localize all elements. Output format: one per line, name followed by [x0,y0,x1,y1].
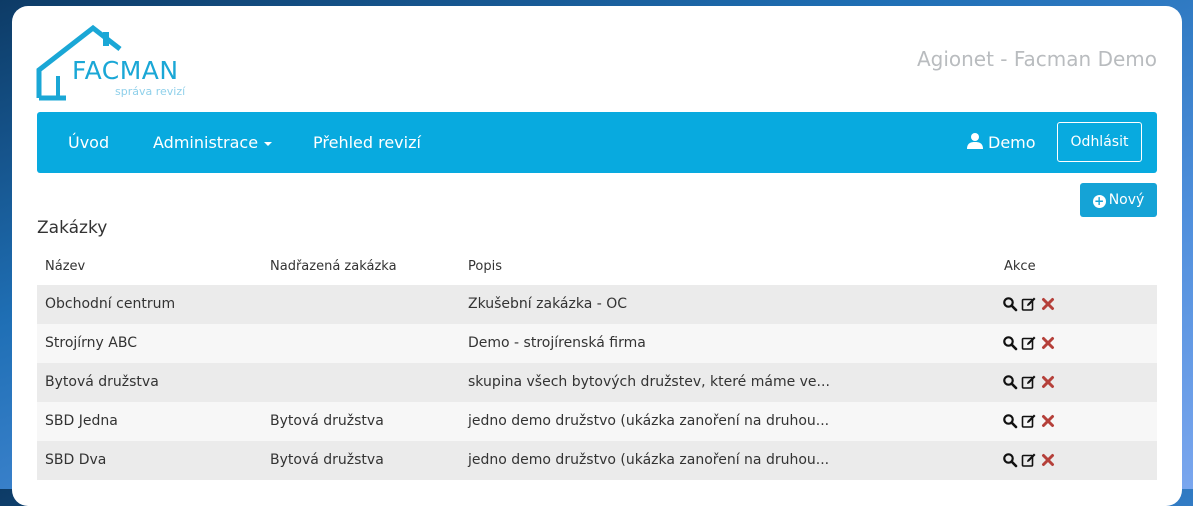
column-header-parent[interactable]: Nadřazená zakázka [270,259,397,274]
nav-item-label: Přehled revizí [313,133,421,152]
table-row[interactable]: Obchodní centrum Zkušební zakázka - OC [37,285,1157,324]
delete-icon[interactable] [1040,374,1056,390]
brand-tagline: správa revizí [115,85,186,98]
column-header-description[interactable]: Popis [468,259,502,274]
cell-parent: Bytová družstva [270,413,384,429]
table-header: Název Nadřazená zakázka Popis Akce [37,252,1157,285]
row-actions [1002,296,1056,312]
table-row[interactable]: Strojírny ABC Demo - strojírenská firma [37,324,1157,363]
table-body: Obchodní centrum Zkušební zakázka - OC S… [37,285,1157,480]
search-icon[interactable] [1002,374,1018,390]
cell-parent: Bytová družstva [270,452,384,468]
cell-name: SBD Jedna [45,413,118,429]
nav-user[interactable]: Demo [966,112,1036,173]
delete-icon[interactable] [1040,452,1056,468]
logout-button[interactable]: Odhlásit [1057,122,1142,162]
row-actions [1002,374,1056,390]
delete-icon[interactable] [1040,413,1056,429]
cell-description: jedno demo družstvo (ukázka zanoření na … [468,413,830,429]
cell-name: Obchodní centrum [45,296,176,312]
edit-icon[interactable] [1021,296,1037,312]
cell-name: SBD Dva [45,452,107,468]
new-button[interactable]: + Nový [1080,183,1157,217]
page-title: Zakázky [37,218,108,238]
nav-item-label: Administrace [153,133,259,152]
table-row[interactable]: SBD Dva Bytová družstva jedno demo družs… [37,441,1157,480]
row-actions [1002,452,1056,468]
cell-description: skupina všech bytových družstev, které m… [468,374,830,390]
brand-name: FACMAN [72,56,179,85]
column-header-actions: Akce [1004,259,1036,274]
row-actions [1002,413,1056,429]
table-row[interactable]: SBD Jedna Bytová družstva jedno demo dru… [37,402,1157,441]
caret-down-icon [264,141,273,146]
column-header-name[interactable]: Název [45,259,85,274]
edit-icon[interactable] [1021,452,1037,468]
main-navbar: Úvod Administrace Přehled revizí Demo Od… [37,112,1157,173]
cell-name: Bytová družstva [45,374,159,390]
delete-icon[interactable] [1040,296,1056,312]
facman-logo[interactable]: FACMAN správa revizí [36,24,206,104]
cell-description: Demo - strojírenská firma [468,335,646,351]
edit-icon[interactable] [1021,374,1037,390]
edit-icon[interactable] [1021,335,1037,351]
nav-item-label: Úvod [68,133,110,152]
new-button-label: Nový [1108,192,1145,208]
search-icon[interactable] [1002,296,1018,312]
user-name: Demo [988,133,1036,152]
nav-item-prehled-revizi[interactable]: Přehled revizí [313,112,421,173]
cell-description: jedno demo družstvo (ukázka zanoření na … [468,452,830,468]
nav-item-uvod[interactable]: Úvod [68,112,109,173]
user-icon [967,133,983,149]
nav-item-administrace[interactable]: Administrace [153,112,273,173]
search-icon[interactable] [1002,413,1018,429]
edit-icon[interactable] [1021,413,1037,429]
search-icon[interactable] [1002,335,1018,351]
delete-icon[interactable] [1040,335,1056,351]
main-card: FACMAN správa revizí Agionet - Facman De… [12,6,1182,506]
search-icon[interactable] [1002,452,1018,468]
cell-description: Zkušební zakázka - OC [468,296,628,312]
site-title: Agionet - Facman Demo [916,47,1157,71]
row-actions [1002,335,1056,351]
table-row[interactable]: Bytová družstva skupina všech bytových d… [37,363,1157,402]
plus-circle-icon: + [1092,194,1106,208]
cell-name: Strojírny ABC [45,335,137,351]
orders-table: Název Nadřazená zakázka Popis Akce Obcho… [37,252,1157,480]
